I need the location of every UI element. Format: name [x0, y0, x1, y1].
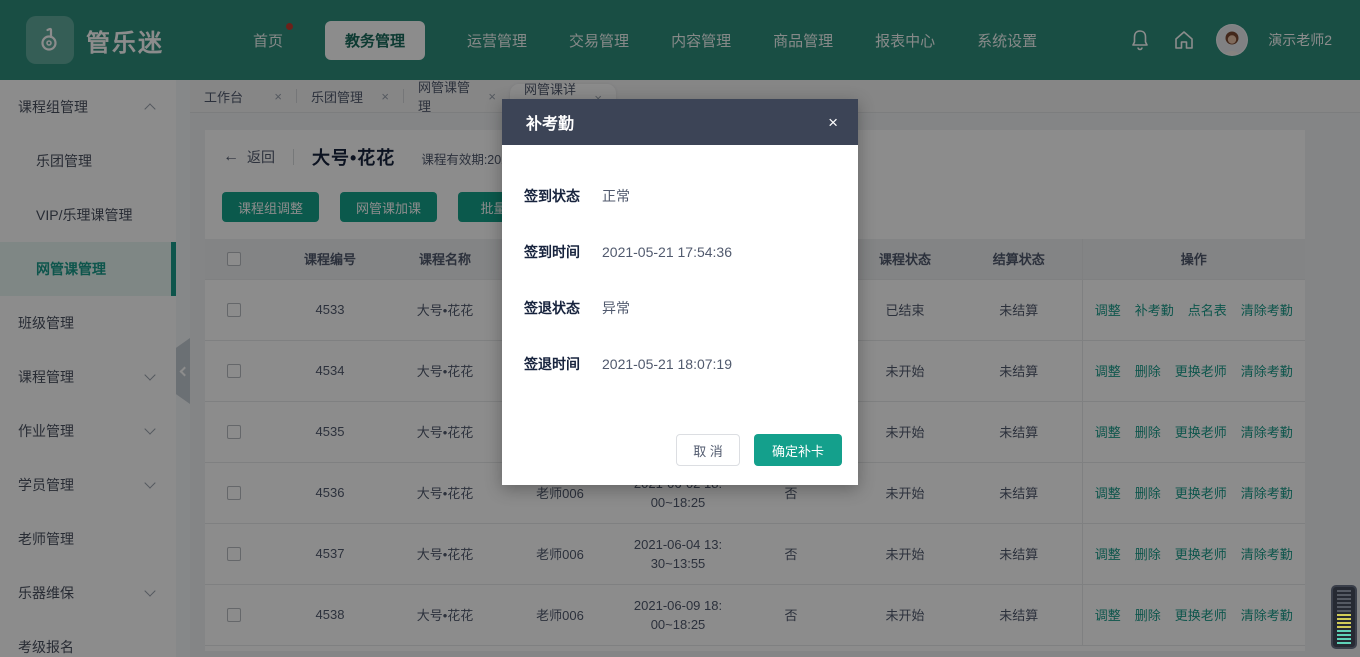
- modal-body: 签到状态 正常 签到时间 2021-05-21 17:54:36 签退状态 异常…: [502, 145, 858, 375]
- modal-footer: 取 消 确定补卡: [676, 434, 842, 466]
- field-checkout-status: 签退状态 异常: [524, 297, 858, 319]
- minimap-yellow-stripes: [1337, 614, 1351, 630]
- makeup-attendance-modal: 补考勤 × 签到状态 正常 签到时间 2021-05-21 17:54:36 签…: [502, 99, 858, 485]
- modal-title: 补考勤: [526, 110, 574, 134]
- cancel-button[interactable]: 取 消: [676, 434, 740, 466]
- minimap-teal-stripes: [1337, 630, 1351, 646]
- field-checkin-status: 签到状态 正常: [524, 185, 858, 207]
- field-checkin-time: 签到时间 2021-05-21 17:54:36: [524, 241, 858, 263]
- minimap-widget[interactable]: [1331, 585, 1357, 649]
- field-checkout-time: 签退时间 2021-05-21 18:07:19: [524, 353, 858, 375]
- minimap-gray-stripes: [1337, 590, 1351, 614]
- close-icon[interactable]: ×: [828, 114, 838, 131]
- app-root: 管乐迷 首页 教务管理 运营管理 交易管理 内容管理 商品管理 报表中心 系统设…: [0, 0, 1360, 657]
- confirm-makeup-button[interactable]: 确定补卡: [754, 434, 842, 466]
- modal-header: 补考勤 ×: [502, 99, 858, 145]
